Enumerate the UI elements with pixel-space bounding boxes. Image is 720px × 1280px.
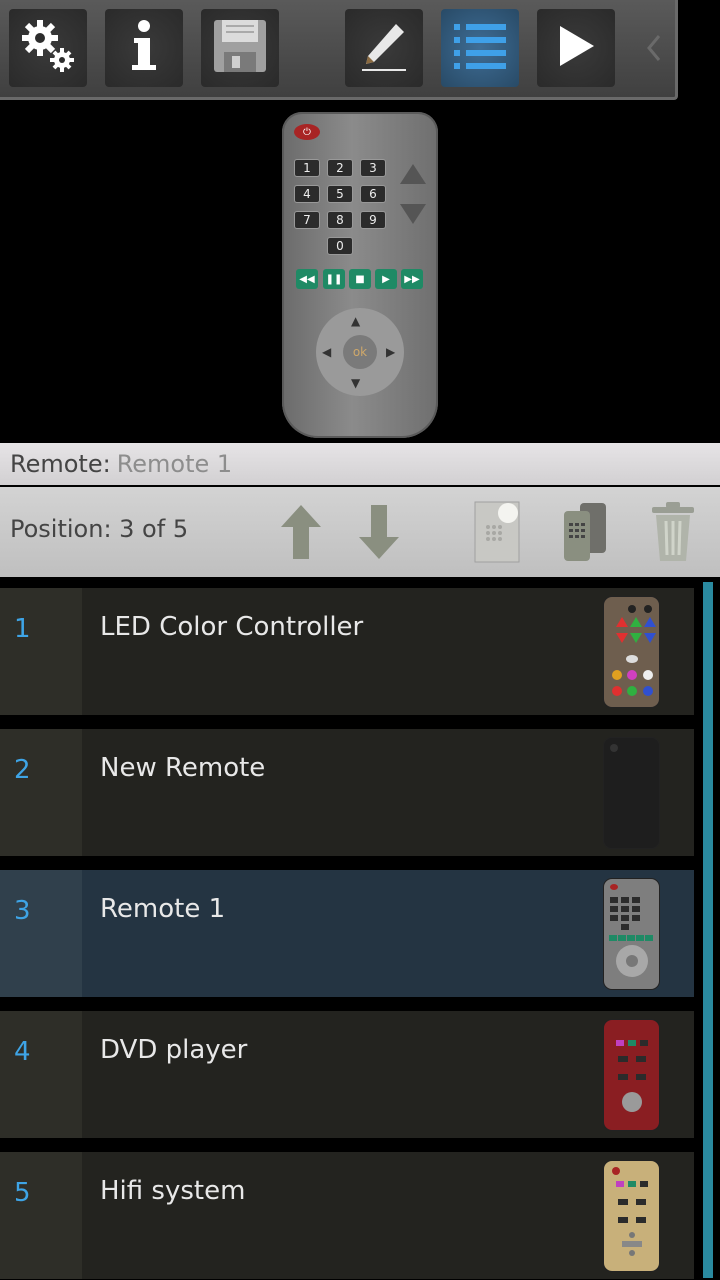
play-button[interactable] xyxy=(537,9,615,87)
remote-image[interactable]: ⏻ 1 2 3 4 5 6 7 8 9 0 ◀◀ ❚❚ ■ ▶ ▶▶ ▲ ▼ ◀… xyxy=(282,112,438,438)
key-2: 2 xyxy=(327,159,353,177)
arrow-up-icon: ▲ xyxy=(351,314,361,328)
list-item-index: 3 xyxy=(14,896,31,926)
app-root: ⏻ 1 2 3 4 5 6 7 8 9 0 ◀◀ ❚❚ ■ ▶ ▶▶ ▲ ▼ ◀… xyxy=(0,0,720,1280)
edit-button[interactable] xyxy=(345,9,423,87)
list-button[interactable] xyxy=(441,9,519,87)
key-0: 0 xyxy=(327,237,353,255)
key-5: 5 xyxy=(327,185,353,203)
list-item-name: New Remote xyxy=(100,753,266,783)
triangle-down-icon xyxy=(400,204,426,224)
list-item-index-cell xyxy=(0,1152,82,1279)
list-item-index: 5 xyxy=(14,1178,31,1208)
list-item-name: Remote 1 xyxy=(100,894,226,924)
remote-thumbnail xyxy=(603,878,660,990)
pause-icon: ❚❚ xyxy=(323,269,345,289)
ok-key: ok xyxy=(343,335,377,369)
duplicate-remote-button[interactable] xyxy=(562,497,608,567)
position-row: Position: 3 of 5 xyxy=(0,487,720,577)
scrollbar[interactable] xyxy=(703,582,713,1278)
arrow-down-icon xyxy=(359,505,399,559)
key-9: 9 xyxy=(360,211,386,229)
rewind-icon: ◀◀ xyxy=(296,269,318,289)
chevron-left-icon[interactable] xyxy=(640,28,668,68)
list-item-index-cell xyxy=(0,1011,82,1138)
delete-button[interactable] xyxy=(650,497,696,567)
remote-preview: ⏻ 1 2 3 4 5 6 7 8 9 0 ◀◀ ❚❚ ■ ▶ ▶▶ ▲ ▼ ◀… xyxy=(0,103,720,443)
fast-forward-icon: ▶▶ xyxy=(401,269,423,289)
list-item-index: 1 xyxy=(14,614,31,644)
triangle-up-icon xyxy=(400,164,426,184)
remote-thumbnail xyxy=(603,737,660,849)
list-item-index-cell xyxy=(0,729,82,856)
list-item[interactable]: 2 New Remote xyxy=(0,729,694,856)
list-item[interactable]: 5 Hifi system xyxy=(0,1152,694,1279)
list-item-index-cell xyxy=(0,870,82,997)
remote-thumbnail xyxy=(603,596,660,708)
list-item-index: 2 xyxy=(14,755,31,785)
play-small-icon: ▶ xyxy=(375,269,397,289)
key-1: 1 xyxy=(294,159,320,177)
key-4: 4 xyxy=(294,185,320,203)
remote-thumbnail xyxy=(603,1019,660,1131)
key-7: 7 xyxy=(294,211,320,229)
arrow-left-icon: ◀ xyxy=(322,345,332,359)
settings-button[interactable] xyxy=(9,9,87,87)
list-item-name: Hifi system xyxy=(100,1176,246,1206)
position-text: Position: 3 of 5 xyxy=(10,515,189,543)
list-item[interactable]: 3 Remote 1 xyxy=(0,870,694,997)
toolbar xyxy=(0,0,678,100)
duplicate-remote-icon xyxy=(564,503,606,561)
info-icon xyxy=(124,16,164,80)
list-item-index: 4 xyxy=(14,1037,31,1067)
list-item-index-cell xyxy=(0,588,82,715)
remote-background-button[interactable] xyxy=(474,497,520,567)
list-icon xyxy=(450,18,510,78)
trash-icon xyxy=(652,502,694,561)
arrow-down-icon: ▼ xyxy=(351,376,361,390)
floppy-disk-icon xyxy=(212,18,268,78)
remote-name-value: Remote 1 xyxy=(116,450,233,478)
move-down-button[interactable] xyxy=(358,497,400,567)
remote-background-icon xyxy=(474,501,520,563)
dpad: ▲ ▼ ◀ ▶ ok xyxy=(316,308,404,396)
list-item-name: LED Color Controller xyxy=(100,612,364,642)
key-6: 6 xyxy=(360,185,386,203)
list-item-name: DVD player xyxy=(100,1035,248,1065)
gears-icon xyxy=(18,16,78,80)
stop-icon: ■ xyxy=(349,269,371,289)
key-3: 3 xyxy=(360,159,386,177)
play-icon xyxy=(556,24,596,72)
arrow-right-icon: ▶ xyxy=(386,345,396,359)
list-item[interactable]: 1 LED Color Controller xyxy=(0,588,694,715)
remote-label: Remote: xyxy=(10,450,111,478)
remote-thumbnail xyxy=(603,1160,660,1272)
save-button[interactable] xyxy=(201,9,279,87)
power-icon: ⏻ xyxy=(294,124,320,140)
arrow-up-icon xyxy=(281,505,321,559)
pencil-icon xyxy=(356,18,412,78)
remote-name-row: Remote: Remote 1 xyxy=(0,443,720,485)
key-8: 8 xyxy=(327,211,353,229)
list-item[interactable]: 4 DVD player xyxy=(0,1011,694,1138)
move-up-button[interactable] xyxy=(280,497,322,567)
info-button[interactable] xyxy=(105,9,183,87)
